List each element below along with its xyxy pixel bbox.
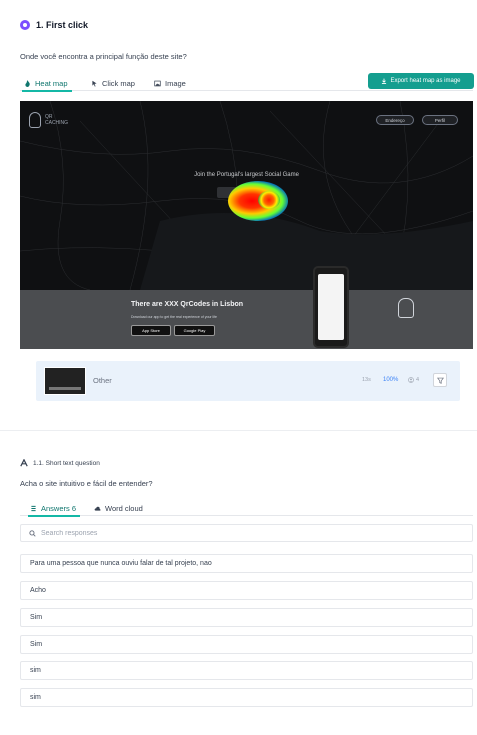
filter-button[interactable] — [433, 373, 447, 387]
area-label: Other — [93, 376, 112, 385]
tab-word-cloud[interactable]: Word cloud — [94, 501, 143, 515]
response-item: Sim — [20, 608, 473, 627]
click-area-row[interactable]: Other 13s 100% 4 — [36, 361, 460, 401]
response-item: Para uma pessoa que nunca ouviu falar de… — [20, 554, 473, 573]
list-icon — [31, 505, 36, 511]
response-item: Acho — [20, 581, 473, 600]
first-click-icon — [20, 20, 30, 30]
question-title: 1. First click — [20, 20, 88, 30]
click-percent: 100% — [383, 377, 399, 383]
pointer-icon — [92, 80, 97, 87]
response-item: sim — [20, 688, 473, 707]
logo-text: QR CACHING — [45, 114, 69, 126]
filter-icon — [436, 377, 444, 384]
section-divider — [0, 430, 477, 431]
user-icon — [408, 377, 414, 383]
site-headline: Join the Portugal's largest Social Game — [194, 172, 299, 178]
question-text-2: Acha o site intuitivo e fácil de entende… — [20, 479, 153, 488]
footer-title: There are XXX QrCodes in Lisbon — [131, 301, 244, 308]
search-input[interactable] — [41, 529, 441, 537]
search-icon — [29, 529, 36, 537]
response-item: Sim — [20, 635, 473, 654]
tab-answers-label: Answers 6 — [41, 503, 77, 513]
question-title-text: 1. First click — [36, 20, 89, 30]
text-type-icon — [20, 459, 28, 467]
tab-heat-map[interactable]: Heat map — [22, 76, 72, 92]
export-heat-map-button[interactable]: Export heat map as image — [368, 73, 474, 89]
heat-map-image: QR CACHING Endereço Perfil Join the Port… — [20, 101, 473, 349]
phone-screen — [318, 274, 344, 340]
image-icon — [154, 80, 161, 86]
tab-heat-map-label: Heat map — [35, 78, 68, 88]
short-text-question-header: 1.1. Short text question — [20, 459, 100, 467]
area-thumbnail — [44, 367, 86, 395]
qr-pin-large-icon — [398, 298, 414, 318]
cloud-icon — [94, 506, 101, 511]
click-count: 4 — [408, 377, 419, 383]
tab-image-label: Image — [165, 78, 186, 88]
answers-tabs: Answers 6 Word cloud — [20, 500, 473, 517]
phone-mockup — [313, 266, 349, 348]
tab-image[interactable]: Image — [154, 76, 186, 90]
qr-caching-logo: QR CACHING — [29, 112, 69, 128]
nav-button-endereco: Endereço — [376, 115, 414, 125]
heat-spot-secondary — [258, 191, 280, 209]
avg-time: 13s — [362, 377, 371, 383]
tab-click-map[interactable]: Click map — [91, 76, 135, 90]
qr-pin-icon — [29, 112, 41, 128]
download-icon — [382, 78, 387, 84]
response-item: sim — [20, 661, 473, 680]
footer-subtitle: Download our app to get the real experie… — [131, 315, 217, 319]
nav-button-perfil: Perfil — [422, 115, 458, 125]
question-text: Onde você encontra a principal função de… — [20, 52, 187, 61]
question-type-label: 1.1. Short text question — [33, 459, 100, 467]
app-store-badge: App Store — [131, 325, 171, 336]
site-footer-banner: There are XXX QrCodes in Lisbon Download… — [20, 290, 473, 349]
search-responses[interactable] — [20, 524, 473, 542]
tab-answers[interactable]: Answers 6 — [27, 501, 81, 517]
tab-word-cloud-label: Word cloud — [105, 503, 143, 513]
export-label: Export heat map as image — [390, 78, 461, 84]
tab-click-map-label: Click map — [102, 78, 135, 88]
click-count-value: 4 — [416, 377, 420, 383]
google-play-badge: Google Play — [174, 325, 215, 336]
flame-icon — [25, 79, 30, 87]
